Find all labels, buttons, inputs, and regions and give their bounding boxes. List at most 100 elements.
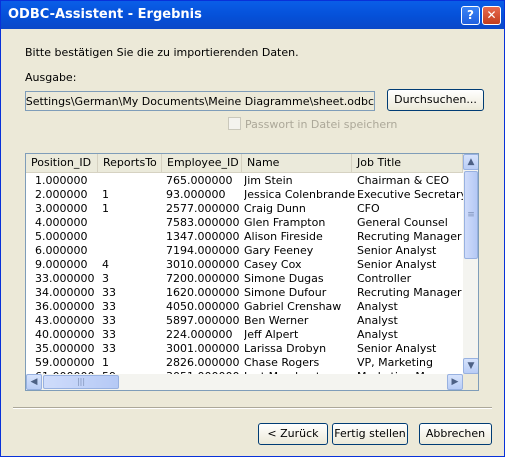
table-cell: 1347.000000 <box>166 230 240 243</box>
table-cell: 2826.000000 <box>166 356 240 369</box>
table-cell: Alison Fireside <box>244 230 323 243</box>
grip-icon: ||| <box>76 377 86 386</box>
table-cell: Analyst <box>357 300 398 313</box>
column-header-reports-to[interactable]: ReportsTo <box>98 154 162 172</box>
table-cell: 7583.000000 <box>166 216 240 229</box>
output-path-text: ents and Settings\German\My Documents\Me… <box>25 95 374 108</box>
save-password-checkbox[interactable] <box>228 117 241 130</box>
browse-button[interactable]: Durchsuchen... <box>387 89 484 111</box>
table-cell: 3 <box>102 272 109 285</box>
table-cell: 4050.000000 <box>166 300 240 313</box>
table-cell <box>102 174 164 188</box>
table-cell: Senior Analyst <box>357 244 437 257</box>
table-cell: Casey Cox <box>244 258 302 271</box>
table-cell: 40.000000 <box>35 328 95 341</box>
column-header-employee-id[interactable]: Employee_ID <box>162 154 242 172</box>
table-row[interactable]: 6.000000 7194.000000 Gary Feeney Senior Ana… <box>26 244 463 258</box>
title-bar[interactable]: ODBC-Assistent - Ergebnis ? ✕ <box>1 1 504 29</box>
table-cell: 7194.000000 <box>166 244 240 257</box>
finish-button[interactable]: Fertig stellen <box>332 423 408 445</box>
table-row[interactable]: 5.000000 1347.000000 Alison Fireside Recrut… <box>26 230 463 244</box>
table-cell: Controller <box>357 272 412 285</box>
table-row[interactable]: 1.000000 765.000000 Jim Stein Chairman & CE… <box>26 174 463 188</box>
table-cell: General Counsel <box>357 216 448 229</box>
table-cell: 1 <box>102 356 109 369</box>
close-button[interactable]: ✕ <box>482 6 501 25</box>
window-title: ODBC-Assistent - Ergebnis <box>8 7 202 22</box>
output-label: Ausgabe: <box>25 71 77 84</box>
table-cell: Jeff Alpert <box>244 328 299 341</box>
table-cell: 1 <box>102 188 109 201</box>
table-cell: 3.000000 <box>35 202 88 215</box>
column-header-position-id[interactable]: Position_ID <box>26 154 98 172</box>
table-cell: 3010.000000 <box>166 258 240 271</box>
close-icon: ✕ <box>486 8 497 22</box>
table-row[interactable]: 2.000000 1 93.000000 Jessica Colenbrander Ex… <box>26 188 463 202</box>
table-cell <box>102 216 164 230</box>
output-path-field[interactable]: ents and Settings\German\My Documents\Me… <box>25 91 375 111</box>
table-cell: 33 <box>102 286 116 299</box>
table-cell: 1620.000000 <box>166 286 240 299</box>
table-row[interactable]: 4.000000 7583.000000 Glen Frampton General … <box>26 216 463 230</box>
table-cell: Gary Feeney <box>244 244 314 257</box>
table-cell: Simone Dugas <box>244 272 324 285</box>
horizontal-scrollbar[interactable]: ◀ ||| ▶ <box>26 374 463 390</box>
table-cell: Senior Analyst <box>357 342 437 355</box>
table-cell: 59.000000 <box>35 356 95 369</box>
dialog-window: ODBC-Assistent - Ergebnis ? ✕ Bitte best… <box>0 0 505 457</box>
table-row[interactable]: 35.000000 33 3001.000000 Larissa Drobyn Seni… <box>26 342 463 356</box>
table-cell: Senior Analyst <box>357 258 437 271</box>
scroll-left-button[interactable]: ◀ <box>26 374 42 390</box>
table-cell: 1 <box>102 202 109 215</box>
scroll-up-button[interactable]: ▲ <box>463 154 478 170</box>
column-header-name[interactable]: Name <box>242 154 352 172</box>
table-cell: Recruting Manager <box>357 286 462 299</box>
table-cell: Recruting Manager <box>357 230 462 243</box>
table-row[interactable]: 40.000000 33 224.000000 Jeff Alpert Analyst <box>26 328 463 342</box>
table-cell: Ben Werner <box>244 314 309 327</box>
table-cell: Analyst <box>357 314 398 327</box>
separator <box>13 407 492 409</box>
table-cell: CFO <box>357 202 380 215</box>
table-cell: 4 <box>102 258 109 271</box>
table-cell: 36.000000 <box>35 300 95 313</box>
table-cell: 33 <box>102 300 116 313</box>
table-cell: 34.000000 <box>35 286 95 299</box>
table-cell: Jessica Colenbrander <box>244 188 356 201</box>
table-cell: VP, Marketing <box>357 356 433 369</box>
table-cell: 765.000000 <box>166 174 233 187</box>
cancel-button[interactable]: Abbrechen <box>419 423 492 445</box>
table-cell: Chairman & CEO <box>357 174 450 187</box>
vertical-scrollbar[interactable]: ▲ ≡ ▼ <box>463 154 478 374</box>
table-row[interactable]: 59.000000 1 2826.000000 Chase Rogers VP, Mar… <box>26 356 463 370</box>
table-cell: 3001.000000 <box>166 342 240 355</box>
table-cell <box>102 244 164 258</box>
scroll-right-button[interactable]: ▶ <box>447 374 463 390</box>
grip-icon: ≡ <box>467 210 475 220</box>
arrow-left-icon: ◀ <box>30 377 38 387</box>
horizontal-scroll-thumb[interactable]: ||| <box>43 375 119 389</box>
table-row[interactable]: 33.000000 3 7200.000000 Simone Dugas Control… <box>26 272 463 286</box>
grid-header: Position_ID ReportsTo Employee_ID Name J… <box>26 154 463 173</box>
table-cell: 33 <box>102 328 116 341</box>
scroll-down-button[interactable]: ▼ <box>463 358 478 374</box>
table-cell: 93.000000 <box>166 188 226 201</box>
vertical-scroll-thumb[interactable]: ≡ <box>464 171 478 259</box>
save-password-label: Passwort in Datei speichern <box>245 118 398 131</box>
table-row[interactable]: 34.000000 33 1620.000000 Simone Dufour Recru… <box>26 286 463 300</box>
table-cell: 1.000000 <box>35 174 88 187</box>
table-cell: 5.000000 <box>35 230 88 243</box>
table-cell: 2.000000 <box>35 188 88 201</box>
table-row[interactable]: 36.000000 33 4050.000000 Gabriel Crenshaw An… <box>26 300 463 314</box>
table-row[interactable]: 43.000000 33 5897.000000 Ben Werner Analyst <box>26 314 463 328</box>
table-row[interactable]: 9.000000 4 3010.000000 Casey Cox Senior Anal… <box>26 258 463 272</box>
table-cell <box>102 230 164 244</box>
table-cell: Chase Rogers <box>244 356 320 369</box>
back-button[interactable]: < Zurück <box>258 423 328 445</box>
column-header-job-title[interactable]: Job Title <box>352 154 463 172</box>
table-row[interactable]: 3.000000 1 2577.000000 Craig Dunn CFO <box>26 202 463 216</box>
help-icon: ? <box>467 8 474 22</box>
data-grid[interactable]: Position_ID ReportsTo Employee_ID Name J… <box>25 153 479 391</box>
help-button[interactable]: ? <box>461 6 480 25</box>
table-cell: 33 <box>102 314 116 327</box>
